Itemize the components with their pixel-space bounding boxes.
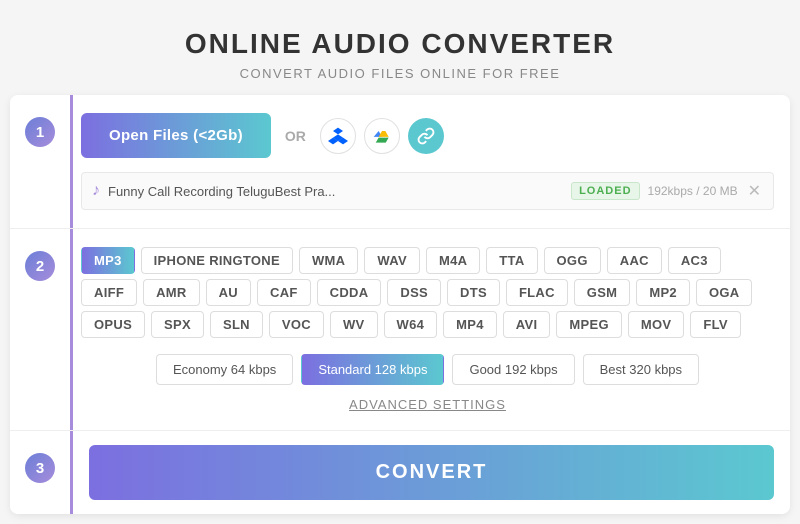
step-1-number-col: 1: [10, 95, 70, 228]
quality-btn-2[interactable]: Good 192 kbps: [452, 354, 574, 385]
dropbox-button[interactable]: [320, 118, 356, 154]
open-files-button[interactable]: Open Files (<2Gb): [81, 113, 271, 158]
step-2-content: MP3IPHONE RINGTONEWMAWAVM4ATTA OGGAACAC3 A…: [70, 229, 790, 430]
step-1-circle: 1: [25, 117, 55, 147]
dropbox-icon: [328, 126, 348, 146]
format-btn-mp2[interactable]: MP2: [636, 279, 690, 306]
step-1-row: 1 Open Files (<2Gb) OR: [10, 95, 790, 229]
format-btn-dts[interactable]: DTS: [447, 279, 500, 306]
or-text: OR: [285, 128, 306, 144]
format-btn-flv[interactable]: FLV: [690, 311, 741, 338]
format-btn-mpeg[interactable]: MPEG: [556, 311, 621, 338]
format-btn-aiff[interactable]: AIFF: [81, 279, 137, 306]
cloud-icons: [320, 118, 444, 154]
format-btn-mov[interactable]: MOV: [628, 311, 685, 338]
link-icon: [417, 127, 435, 145]
format-btn-voc[interactable]: VOC: [269, 311, 324, 338]
format-btn-m4a[interactable]: M4A: [426, 247, 480, 274]
gdrive-icon: [372, 126, 392, 146]
format-btn-caf[interactable]: CAF: [257, 279, 311, 306]
format-btn-ogg[interactable]: OGG: [544, 247, 601, 274]
file-meta: 192kbps / 20 MB: [648, 184, 738, 198]
file-name: Funny Call Recording TeluguBest Pra...: [108, 184, 563, 199]
convert-button[interactable]: CONVERT: [89, 445, 774, 500]
format-btn-au[interactable]: AU: [206, 279, 251, 306]
format-btn-mp3[interactable]: MP3: [81, 247, 135, 274]
format-btn-tta[interactable]: TTA: [486, 247, 537, 274]
step1-top: Open Files (<2Gb) OR: [81, 113, 774, 158]
quality-btn-0[interactable]: Economy 64 kbps: [156, 354, 293, 385]
close-file-button[interactable]: ✕: [746, 181, 763, 201]
format-btn-cdda[interactable]: CDDA: [317, 279, 382, 306]
format-btn-spx[interactable]: SPX: [151, 311, 204, 338]
loaded-badge: LOADED: [571, 182, 639, 200]
step-3-content: CONVERT: [70, 431, 790, 514]
page-wrapper: ONLINE AUDIO CONVERTER CONVERT AUDIO FIL…: [10, 10, 790, 514]
format-btn-opus[interactable]: OPUS: [81, 311, 145, 338]
link-button[interactable]: [408, 118, 444, 154]
quality-row: Economy 64 kbps Standard 128 kbps Good 192…: [81, 354, 774, 385]
quality-btn-1[interactable]: Standard 128 kbps: [301, 354, 444, 385]
format-btn-flac[interactable]: FLAC: [506, 279, 568, 306]
step-2-number-col: 2: [10, 229, 70, 430]
format-btn-amr[interactable]: AMR: [143, 279, 200, 306]
step-1-content: Open Files (<2Gb) OR: [70, 95, 790, 228]
page-subtitle: CONVERT AUDIO FILES ONLINE FOR FREE: [10, 66, 790, 81]
format-grid: MP3IPHONE RINGTONEWMAWAVM4ATTA OGGAACAC3 A…: [81, 247, 774, 338]
step-3-row: 3 CONVERT: [10, 431, 790, 514]
step-3-number-col: 3: [10, 431, 70, 514]
step-2-circle: 2: [25, 251, 55, 281]
step-2-row: 2 MP3IPHONE RINGTONEWMAWAVM4ATTA OGGAACAC…: [10, 229, 790, 431]
advanced-settings-link[interactable]: ADVANCED SETTINGS: [81, 397, 774, 412]
format-btn-iphone-ringtone[interactable]: IPHONE RINGTONE: [141, 247, 293, 274]
format-btn-wv[interactable]: WV: [330, 311, 378, 338]
step-3-circle: 3: [25, 453, 55, 483]
format-btn-gsm[interactable]: GSM: [574, 279, 631, 306]
quality-btn-3[interactable]: Best 320 kbps: [583, 354, 699, 385]
format-btn-wma[interactable]: WMA: [299, 247, 358, 274]
file-info-bar: ♪ Funny Call Recording TeluguBest Pra...…: [81, 172, 774, 210]
main-card: 1 Open Files (<2Gb) OR: [10, 95, 790, 514]
format-btn-aac[interactable]: AAC: [607, 247, 662, 274]
gdrive-button[interactable]: [364, 118, 400, 154]
format-btn-avi[interactable]: AVI: [503, 311, 551, 338]
page-title: ONLINE AUDIO CONVERTER: [10, 10, 790, 66]
format-btn-sln[interactable]: SLN: [210, 311, 263, 338]
format-btn-oga[interactable]: OGA: [696, 279, 753, 306]
format-btn-w64[interactable]: W64: [384, 311, 438, 338]
format-btn-ac3[interactable]: AC3: [668, 247, 721, 274]
format-btn-mp4[interactable]: MP4: [443, 311, 497, 338]
format-btn-dss[interactable]: DSS: [387, 279, 441, 306]
file-icon: ♪: [92, 182, 100, 200]
format-btn-wav[interactable]: WAV: [364, 247, 420, 274]
